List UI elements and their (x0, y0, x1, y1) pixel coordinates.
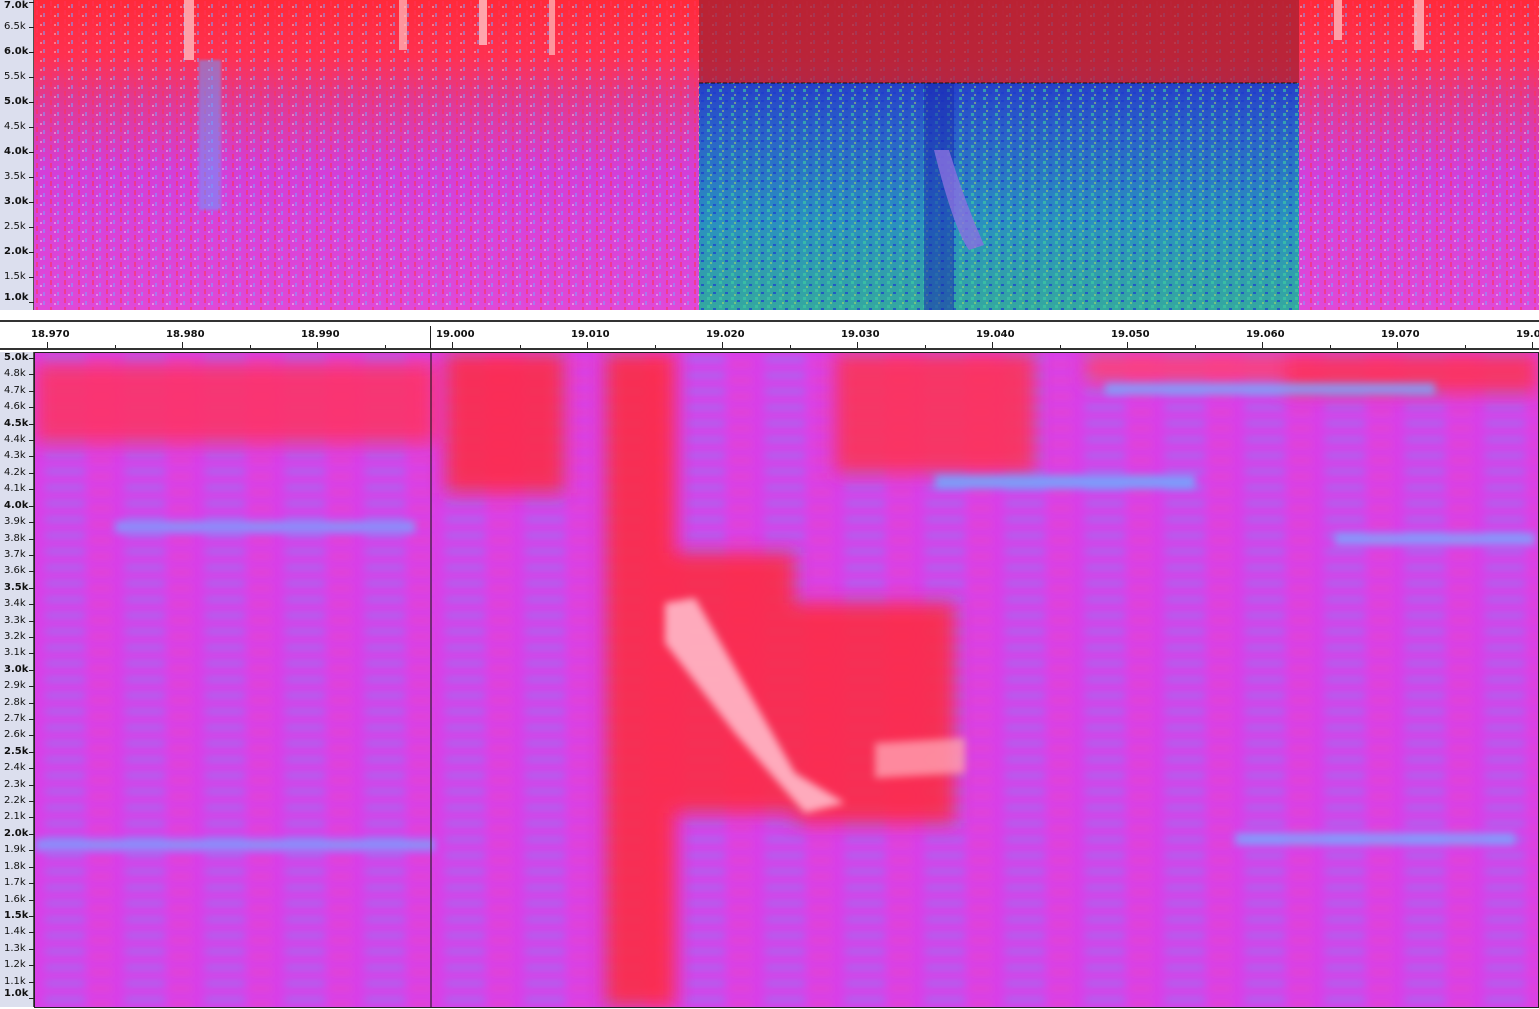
detail-freq-label: 1.8k (4, 860, 26, 872)
time-label: 19.08 (1516, 329, 1539, 340)
detail-freq-label: 1.5k (4, 909, 29, 921)
overview-freq-label: 5.0k (4, 96, 29, 107)
detail-freq-label: 4.1k (4, 483, 26, 495)
overview-freq-label: 3.5k (4, 171, 26, 182)
time-label: 19.050 (1111, 329, 1150, 340)
overview-freq-label: 1.0k (4, 292, 29, 303)
time-label: 19.010 (571, 329, 610, 340)
detail-freq-label: 4.7k (4, 384, 26, 396)
overview-spectrogram[interactable] (34, 0, 1539, 310)
overview-freq-label: 3.0k (4, 196, 29, 207)
detail-freq-label: 3.0k (4, 663, 29, 675)
time-major-tick (992, 342, 993, 348)
time-minor-tick (249, 345, 251, 348)
time-major-tick (722, 342, 723, 348)
overview-freq-label: 4.0k (4, 146, 29, 157)
time-minor-tick (519, 345, 521, 348)
time-minor-tick (789, 345, 791, 348)
time-minor-tick (1329, 345, 1331, 348)
time-major-tick (452, 342, 453, 348)
time-major-tick (47, 342, 48, 348)
detail-freq-label: 1.2k (4, 959, 26, 971)
detail-freq-label: 2.1k (4, 811, 26, 823)
detail-freq-label: 4.5k (4, 417, 29, 429)
detail-freq-label: 2.7k (4, 713, 26, 725)
detail-freq-label: 2.9k (4, 680, 26, 692)
overview-freq-label: 5.5k (4, 71, 26, 82)
detail-freq-label: 2.4k (4, 762, 26, 774)
detail-freq-label: 2.3k (4, 778, 26, 790)
time-label: 18.990 (301, 329, 340, 340)
overview-freq-label: 1.5k (4, 271, 26, 282)
detail-freq-label: 3.3k (4, 614, 26, 626)
time-minor-tick (384, 345, 386, 348)
detail-freq-label: 3.4k (4, 598, 26, 610)
detail-spectrogram[interactable] (34, 352, 1539, 1008)
time-major-tick (1127, 342, 1128, 348)
detail-freq-label: 5.0k (4, 352, 29, 363)
time-label: 19.030 (841, 329, 880, 340)
overview-selection[interactable] (699, 0, 1299, 310)
detail-freq-label: 2.8k (4, 696, 26, 708)
detail-freq-label: 4.4k (4, 434, 26, 446)
overview-freq-label: 7.0k (4, 0, 29, 11)
time-label: 19.020 (706, 329, 745, 340)
overview-freq-label: 4.5k (4, 121, 26, 132)
time-minor-tick (1464, 345, 1466, 348)
detail-freq-label: 4.3k (4, 450, 26, 462)
detail-freq-label: 1.6k (4, 893, 26, 905)
time-major-tick (1262, 342, 1263, 348)
time-minor-tick (924, 345, 926, 348)
time-label: 18.980 (166, 329, 205, 340)
detail-freq-label: 3.8k (4, 532, 26, 544)
time-minor-tick (654, 345, 656, 348)
detail-freq-label: 1.4k (4, 926, 26, 938)
detail-freq-label: 3.2k (4, 630, 26, 642)
detail-freq-label: 3.1k (4, 647, 26, 659)
overview-freq-label: 6.0k (4, 46, 29, 57)
detail-freq-label: 2.0k (4, 827, 29, 839)
time-major-tick (182, 342, 183, 348)
time-minor-tick (1194, 345, 1196, 348)
detail-freq-label: 4.8k (4, 368, 26, 380)
time-label: 19.040 (976, 329, 1015, 340)
overview-freq-label: 2.0k (4, 246, 29, 257)
time-ruler[interactable] (0, 320, 1539, 350)
time-major-tick (857, 342, 858, 348)
time-minor-tick (114, 345, 116, 348)
detail-freq-label: 1.3k (4, 942, 26, 954)
detail-freq-label: 2.5k (4, 745, 29, 757)
detail-freq-label: 3.9k (4, 516, 26, 528)
detail-freq-label: 4.6k (4, 401, 26, 413)
detail-freq-label: 1.0k (4, 988, 29, 999)
detail-freq-label: 3.7k (4, 548, 26, 560)
detail-freq-label: 2.2k (4, 795, 26, 807)
time-label: 18.970 (31, 329, 70, 340)
ruler-cursor-marker[interactable] (430, 326, 431, 348)
detail-freq-label: 2.6k (4, 729, 26, 741)
time-major-tick (317, 342, 318, 348)
time-major-tick (587, 342, 588, 348)
time-label: 19.060 (1246, 329, 1285, 340)
detail-freq-label: 3.5k (4, 581, 29, 593)
time-minor-tick (1059, 345, 1061, 348)
time-label: 19.070 (1381, 329, 1420, 340)
detail-freq-label: 3.6k (4, 565, 26, 577)
overview-freq-label: 6.5k (4, 21, 26, 32)
time-label: 19.000 (436, 329, 475, 340)
time-major-tick (1532, 342, 1533, 348)
time-major-tick (1397, 342, 1398, 348)
overview-freq-label: 2.5k (4, 221, 26, 232)
detail-freq-label: 4.2k (4, 466, 26, 478)
detail-freq-label: 1.9k (4, 844, 26, 856)
detail-freq-label: 1.7k (4, 877, 26, 889)
detail-freq-label: 4.0k (4, 499, 29, 511)
detail-freq-label: 1.1k (4, 975, 26, 987)
